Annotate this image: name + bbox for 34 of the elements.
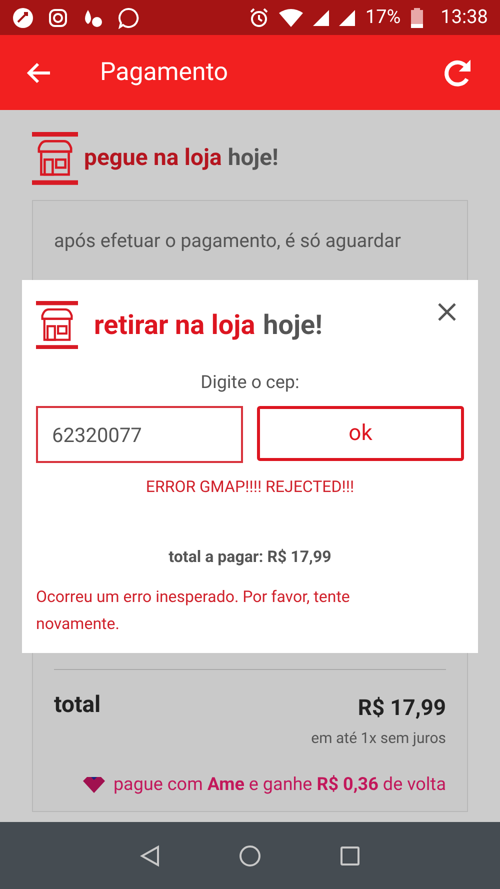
chat-icon	[118, 6, 140, 28]
close-button[interactable]	[436, 301, 458, 323]
camera-icon	[48, 8, 68, 28]
error-message: Ocorreu um erro inesperado. Por favor, tente novamente.	[36, 586, 351, 636]
dialog-title-rest: hoje!	[263, 308, 322, 343]
cashback-text: pague com Ame e ganhe R$ 0,36 de volta	[113, 773, 446, 798]
cep-prompt: Digite o cep:	[200, 371, 300, 396]
total-label: total	[54, 690, 101, 720]
gmap-error-text: ERROR GMAP!!!! REJECTED!!!	[146, 476, 354, 498]
battery-icon	[410, 8, 423, 28]
store-icon	[36, 301, 78, 350]
cep-field[interactable]: 62320077	[36, 406, 243, 464]
battery-percent: 17%	[365, 4, 401, 30]
store-icon	[32, 132, 78, 185]
ok-button[interactable]: ok	[257, 406, 464, 462]
home-nav-icon[interactable]	[238, 844, 261, 866]
info-text: após efetuar o pagamento, é só aguardar	[54, 228, 402, 254]
clock: 13:38	[440, 4, 488, 30]
back-nav-icon[interactable]	[140, 844, 160, 866]
recents-nav-icon[interactable]	[340, 846, 360, 866]
store-title-highlight: pegue na loja	[84, 143, 222, 174]
page-title: Pagamento	[100, 56, 228, 89]
signal-icon	[313, 10, 330, 26]
diamond-icon	[83, 776, 106, 793]
total-to-pay: total a pagar: R$ 17,99	[168, 546, 332, 568]
alarm-icon	[249, 8, 270, 28]
dialog-title-highlight: retirar na loja	[94, 308, 256, 343]
store-title-rest: hoje!	[228, 143, 278, 174]
signal-icon	[339, 10, 356, 26]
total-value: R$ 17,99	[358, 694, 446, 723]
wifi-icon	[279, 8, 304, 26]
app-notification-icon	[12, 6, 34, 28]
drops-icon	[82, 8, 104, 28]
installments-text: em até 1x sem juros	[311, 728, 446, 749]
